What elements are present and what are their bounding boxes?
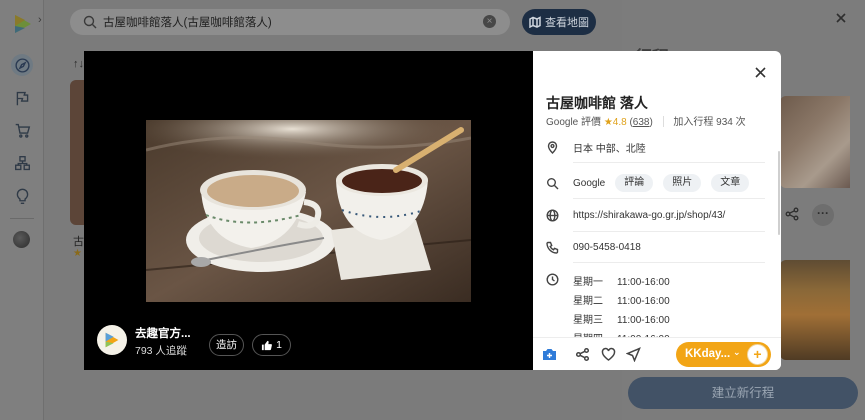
- share-icon[interactable]: [785, 207, 799, 221]
- author-avatar[interactable]: [97, 325, 127, 355]
- rating-value: 4.8: [612, 117, 627, 128]
- shopping-cart-icon[interactable]: [12, 120, 32, 140]
- panel-close-icon[interactable]: [834, 11, 848, 25]
- rating-prefix: Google 評價: [546, 117, 602, 128]
- booking-label: KKday...: [685, 348, 731, 360]
- author-followers: 793 人追蹤: [135, 345, 187, 357]
- author-logo-icon: [105, 332, 119, 348]
- like-count: 1: [276, 339, 282, 351]
- add-photo-icon[interactable]: [542, 347, 557, 362]
- trip-flag-icon[interactable]: [12, 88, 32, 108]
- search-input[interactable]: 古屋咖啡館落人(古屋咖啡館落人): [103, 14, 272, 30]
- hours-row: [546, 273, 573, 286]
- visit-button[interactable]: 造訪: [209, 334, 244, 356]
- website-row[interactable]: https://shirakawa-go.gr.jp/shop/43/: [546, 209, 725, 222]
- added-trips-count: 加入行程 934 次: [673, 117, 746, 128]
- author-info[interactable]: 去趣官方... 793 人追蹤: [97, 325, 191, 357]
- hours-item: 星期一 11:00-16:00: [573, 277, 670, 288]
- divider: [573, 262, 765, 263]
- search-bar[interactable]: 古屋咖啡館落人(古屋咖啡館落人) ×: [70, 9, 510, 35]
- reviews-pill[interactable]: 評論: [615, 174, 654, 192]
- user-avatar[interactable]: [13, 231, 30, 248]
- search-icon: [83, 15, 97, 29]
- place-title: 古屋咖啡館 落人: [546, 95, 648, 111]
- phone-row[interactable]: 090-5458-0418: [546, 241, 641, 254]
- view-map-button[interactable]: 查看地圖: [522, 9, 596, 35]
- region-row: 日本 中部、北陸: [546, 140, 646, 155]
- booking-caret-icon[interactable]: ⌄: [733, 347, 741, 358]
- background-card-star-icon: ★: [73, 248, 82, 259]
- app-logo-icon[interactable]: [13, 13, 33, 35]
- like-button[interactable]: 1: [252, 334, 291, 356]
- rating-separator: [662, 116, 664, 127]
- divider: [573, 162, 765, 163]
- info-scrollbar[interactable]: [778, 151, 780, 235]
- background-card-title: 古: [73, 236, 84, 248]
- clear-search-icon[interactable]: ×: [483, 15, 496, 28]
- trip-card-image-2[interactable]: [780, 260, 850, 360]
- favorite-heart-icon[interactable]: [601, 347, 616, 362]
- idea-bulb-icon[interactable]: [12, 186, 32, 206]
- kkday-booking-button[interactable]: KKday... ⌄ +: [676, 342, 771, 367]
- place-photo: [146, 120, 471, 302]
- left-rail: ›: [0, 0, 44, 420]
- search-icon: [546, 177, 559, 190]
- hours-item: 星期二 11:00-16:00: [573, 296, 670, 307]
- place-detail-modal: 去趣官方... 793 人追蹤 造訪 1 古屋咖啡館 落人 Google 評價 …: [84, 51, 781, 370]
- share-icon[interactable]: [575, 347, 590, 362]
- more-options-button[interactable]: ···: [812, 204, 834, 226]
- star-icon: ★: [603, 117, 613, 128]
- articles-pill[interactable]: 文章: [711, 174, 750, 192]
- google-row: Google 評論 照片 文章: [546, 174, 750, 192]
- community-icon[interactable]: [12, 153, 32, 173]
- expand-chevron-icon[interactable]: ›: [38, 14, 42, 26]
- divider: [573, 231, 765, 232]
- phone-number[interactable]: 090-5458-0418: [573, 242, 641, 253]
- hours-item: 星期三 11:00-16:00: [573, 315, 670, 326]
- rail-divider: [10, 218, 34, 219]
- coffee-cups-photo: [146, 120, 471, 302]
- website-link[interactable]: https://shirakawa-go.gr.jp/shop/43/: [573, 210, 725, 221]
- location-pin-icon: [546, 141, 559, 154]
- clock-icon: [546, 273, 559, 286]
- region-text: 日本 中部、北陸: [573, 144, 646, 155]
- trip-card-image[interactable]: [780, 96, 850, 188]
- photo-viewer: 去趣官方... 793 人追蹤 造訪 1: [84, 51, 533, 370]
- view-map-label: 查看地圖: [545, 17, 589, 29]
- place-info-panel: 古屋咖啡館 落人 Google 評價 ★4.8 (638) 加入行程 934 次…: [533, 51, 781, 370]
- modal-close-icon[interactable]: [754, 66, 767, 79]
- author-name[interactable]: 去趣官方...: [135, 325, 191, 341]
- map-icon: [529, 16, 541, 28]
- google-label: Google: [573, 177, 606, 189]
- rating-row: Google 評價 ★4.8 (638) 加入行程 934 次: [546, 116, 746, 128]
- review-count-link[interactable]: 638: [633, 117, 650, 128]
- add-to-trip-plus-icon[interactable]: +: [747, 344, 768, 365]
- navigate-icon[interactable]: [625, 347, 641, 363]
- phone-icon: [546, 241, 559, 254]
- photos-pill[interactable]: 照片: [663, 174, 702, 192]
- sort-arrows-icon[interactable]: ↑↓: [73, 58, 84, 70]
- thumbs-up-icon: [261, 340, 273, 350]
- divider: [573, 198, 765, 199]
- create-new-trip-button[interactable]: 建立新行程: [628, 377, 858, 409]
- action-bar: KKday... ⌄ +: [533, 337, 781, 370]
- globe-icon: [546, 209, 559, 222]
- explore-compass-icon[interactable]: [11, 54, 33, 76]
